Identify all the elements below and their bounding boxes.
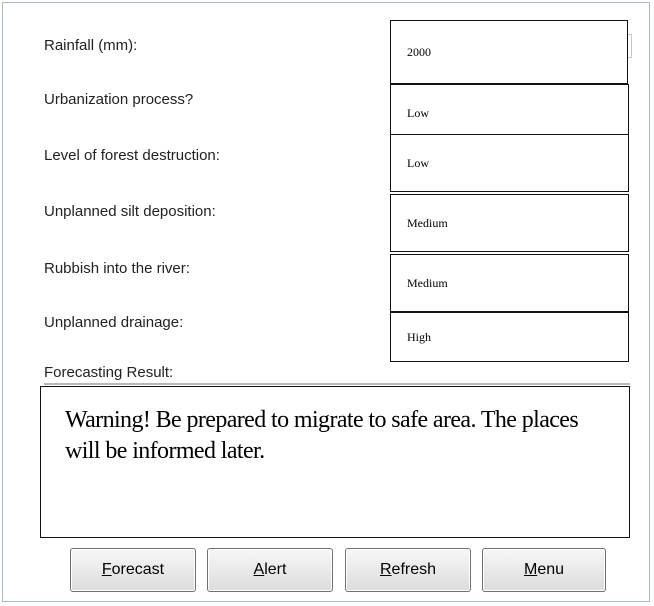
refresh-button[interactable]: Refresh (345, 548, 471, 592)
rainfall-field-edge (628, 34, 632, 58)
menu-mnemonic: M (523, 561, 538, 578)
forecasting-result-text: Warning! Be prepared to migrate to safe … (65, 407, 579, 464)
alert-label: lert (264, 561, 287, 578)
forecast-label: orecast (111, 561, 165, 578)
rubbish-field[interactable]: Medium (390, 254, 629, 312)
rainfall-field[interactable]: 2000 (390, 20, 628, 84)
menu-label: enu (537, 561, 565, 578)
drainage-value: High (407, 329, 431, 344)
menu-button[interactable]: Menu (482, 548, 606, 592)
forecasting-result-label: Forecasting Result: (44, 364, 174, 381)
refresh-mnemonic: R (379, 561, 392, 578)
rainfall-value: 2000 (407, 44, 431, 59)
result-divider (44, 383, 630, 385)
forecast-button[interactable]: Forecast (70, 548, 196, 592)
alert-button[interactable]: Alert (207, 548, 333, 592)
rubbish-label: Rubbish into the river: (44, 260, 190, 277)
silt-deposition-label: Unplanned silt deposition: (44, 203, 216, 220)
urbanization-label: Urbanization process? (44, 91, 194, 108)
refresh-label: efresh (391, 561, 437, 578)
silt-deposition-field[interactable]: Medium (390, 194, 629, 252)
forecasting-result-box[interactable]: Warning! Be prepared to migrate to safe … (40, 386, 630, 538)
rainfall-label: Rainfall (mm): (44, 37, 138, 54)
alert-mnemonic: A (253, 561, 265, 578)
forest-destruction-label: Level of forest destruction: (44, 147, 220, 164)
drainage-field[interactable]: High (390, 312, 629, 362)
forecast-mnemonic: F (101, 561, 112, 578)
rubbish-value: Medium (407, 275, 448, 290)
forest-destruction-field[interactable]: Low (390, 134, 629, 192)
urbanization-value: Low (407, 105, 429, 120)
drainage-label: Unplanned drainage: (44, 314, 184, 331)
silt-deposition-value: Medium (407, 215, 448, 230)
forest-destruction-value: Low (407, 155, 429, 170)
